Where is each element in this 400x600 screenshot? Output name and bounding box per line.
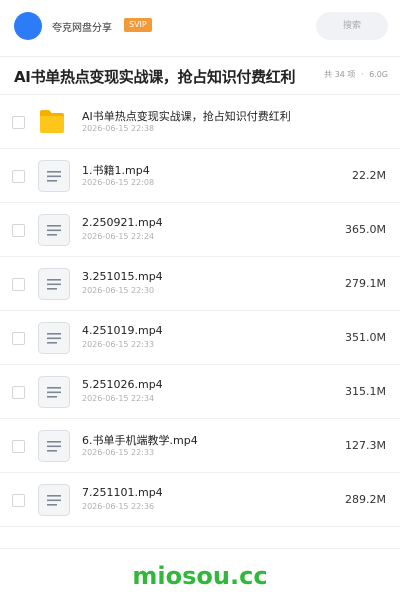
avatar[interactable] (14, 12, 42, 40)
divider (0, 56, 400, 57)
separator-dot: · (360, 70, 364, 79)
list-item[interactable]: 1.书籍1.mp4 2026-06-15 22:08 22.2M (0, 149, 400, 203)
list-item[interactable]: 4.251019.mp4 2026-06-15 22:33 351.0M (0, 311, 400, 365)
document-icon (38, 376, 70, 408)
file-name: 1.书籍1.mp4 (82, 164, 150, 177)
select-checkbox[interactable] (12, 332, 25, 345)
select-checkbox[interactable] (12, 386, 25, 399)
file-name: 4.251019.mp4 (82, 324, 163, 337)
search-placeholder: 搜索 (342, 21, 361, 31)
document-icon (38, 160, 70, 192)
folder-icon (38, 106, 70, 138)
file-name: 5.251026.mp4 (82, 378, 163, 391)
document-icon (38, 430, 70, 462)
file-size: 315.1M (345, 385, 386, 398)
file-date: 2026-06-15 22:30 (82, 286, 155, 295)
file-date: 2026-06-15 22:38 (82, 124, 155, 133)
search-input[interactable]: 搜索 (316, 12, 388, 40)
file-size: 289.2M (345, 493, 386, 506)
select-checkbox[interactable] (12, 278, 25, 291)
file-name: 2.250921.mp4 (82, 216, 163, 229)
list-item[interactable]: AI书单热点变现实战课，抢占知识付费红利 2026-06-15 22:38 (0, 95, 400, 149)
list-item[interactable]: 6.书单手机端教学.mp4 2026-06-15 22:33 127.3M (0, 419, 400, 473)
select-checkbox[interactable] (12, 116, 25, 129)
svip-badge: SVIP (124, 18, 152, 32)
file-date: 2026-06-15 22:36 (82, 502, 155, 511)
file-date: 2026-06-15 22:24 (82, 232, 155, 241)
file-size: 351.0M (345, 331, 386, 344)
file-size: 365.0M (345, 223, 386, 236)
file-name: 6.书单手机端教学.mp4 (82, 434, 198, 447)
list-item[interactable]: 2.250921.mp4 2026-06-15 22:24 365.0M (0, 203, 400, 257)
file-name: 3.251015.mp4 (82, 270, 163, 283)
divider (0, 548, 400, 549)
select-checkbox[interactable] (12, 224, 25, 237)
file-name: AI书单热点变现实战课，抢占知识付费红利 (82, 110, 291, 123)
file-size: 279.1M (345, 277, 386, 290)
file-date: 2026-06-15 22:33 (82, 448, 155, 457)
file-date: 2026-06-15 22:34 (82, 394, 155, 403)
select-checkbox[interactable] (12, 440, 25, 453)
list-item[interactable]: 7.251101.mp4 2026-06-15 22:36 289.2M (0, 473, 400, 527)
list-item[interactable]: 3.251015.mp4 2026-06-15 22:30 279.1M (0, 257, 400, 311)
document-icon (38, 268, 70, 300)
list-item[interactable]: 5.251026.mp4 2026-06-15 22:34 315.1M (0, 365, 400, 419)
share-owner-name: 夸克网盘分享 (52, 23, 112, 34)
document-icon (38, 214, 70, 246)
top-bar: 夸克网盘分享 SVIP 搜索 (0, 0, 400, 52)
document-icon (38, 484, 70, 516)
select-checkbox[interactable] (12, 170, 25, 183)
share-summary: 共 34 项 · 6.0G (321, 69, 388, 80)
select-checkbox[interactable] (12, 494, 25, 507)
file-size: 22.2M (352, 169, 386, 182)
file-size: 127.3M (345, 439, 386, 452)
file-date: 2026-06-15 22:08 (82, 178, 155, 187)
watermark-text: miosou.cc (132, 562, 268, 590)
file-name: 7.251101.mp4 (82, 486, 163, 499)
total-size: 6.0G (369, 70, 388, 79)
item-count: 共 34 项 (324, 70, 356, 79)
file-date: 2026-06-15 22:33 (82, 340, 155, 349)
file-list: AI书单热点变现实战课，抢占知识付费红利 2026-06-15 22:38 1.… (0, 95, 400, 527)
page-title: AI书单热点变现实战课，抢占知识付费红利 (14, 68, 296, 86)
document-icon (38, 322, 70, 354)
